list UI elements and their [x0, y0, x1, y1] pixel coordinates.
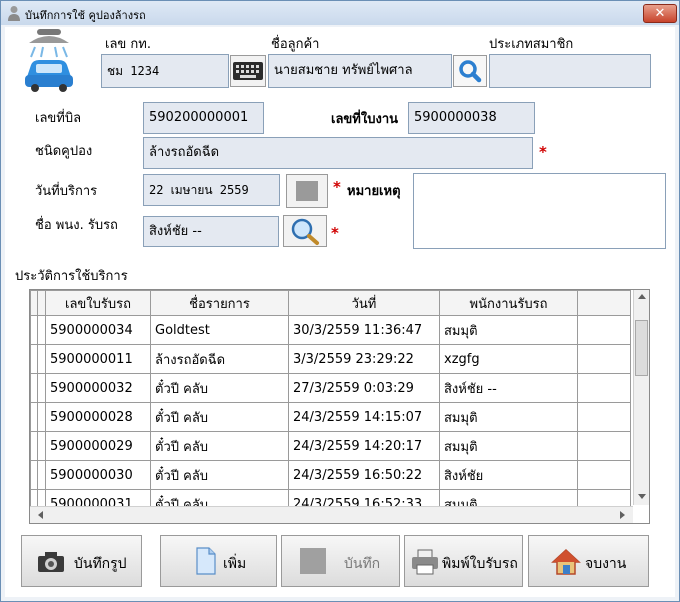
scroll-up-arrow-icon[interactable]: [638, 294, 646, 299]
person-icon: [8, 6, 20, 21]
required-mark: *: [333, 178, 341, 196]
title-bar: บันทึกการใช้ คูปองล้างรถ ✕: [1, 1, 679, 25]
coupon-type-label: ชนิดคูปอง: [35, 144, 93, 159]
search-receiver-button[interactable]: [283, 215, 327, 247]
cell-item: ตั๋วปี คลับ: [150, 402, 289, 432]
required-mark: *: [539, 143, 547, 161]
coupon-type-field[interactable]: ล้างรถอัดฉีด: [143, 137, 533, 169]
window-close-button[interactable]: ✕: [643, 4, 677, 23]
add-label: เพิ่ม: [223, 556, 247, 572]
member-type-label: ประเภทสมาชิก: [489, 37, 574, 52]
vertical-scrollbar[interactable]: [633, 290, 649, 505]
cell-staff: xzgfg: [439, 344, 578, 374]
save-label: บันทึก: [344, 556, 381, 572]
cell-staff: สมมุติ: [439, 431, 578, 461]
cell-date: 3/3/2559 23:29:22: [288, 344, 440, 374]
print-receipt-button[interactable]: พิมพ์ใบรับรถ: [404, 535, 523, 587]
cell-item: Goldtest: [150, 315, 289, 345]
search-customer-button[interactable]: [453, 55, 487, 87]
search-icon: [459, 60, 482, 83]
row-selector-header: [30, 290, 38, 316]
finish-label: จบงาน: [585, 556, 627, 572]
table-row[interactable]: 5900000030 ตั๋วปี คลับ 24/3/2559 16:50:2…: [30, 460, 631, 490]
window-title: บันทึกการใช้ คูปองล้างรถ: [25, 9, 146, 22]
cell-item: ตั๋วปี คลับ: [150, 460, 289, 490]
scroll-thumb[interactable]: [635, 320, 648, 376]
scroll-down-arrow-icon[interactable]: [638, 494, 646, 499]
scroll-left-arrow-icon[interactable]: [38, 511, 43, 519]
cell-date: 24/3/2559 14:20:17: [288, 431, 440, 461]
save-photo-button[interactable]: บันทึกรูป: [21, 535, 142, 587]
plate-field[interactable]: ชม 1234: [101, 54, 229, 88]
service-date-label: วันที่บริการ: [35, 184, 98, 199]
job-no-label: เลขที่ใบงาน: [331, 112, 398, 127]
column-header-item[interactable]: ชื่อรายการ: [150, 290, 289, 316]
save-icon: [300, 548, 326, 574]
finish-button[interactable]: จบงาน: [528, 535, 649, 587]
table-row[interactable]: 5900000032 ตั๋วปี คลับ 27/3/2559 0:03:29…: [30, 373, 631, 403]
column-header-date[interactable]: วันที่: [288, 290, 440, 316]
cell-item: ตั๋วปี คลับ: [150, 431, 289, 461]
column-header-staff[interactable]: พนักงานรับรถ: [439, 290, 578, 316]
bill-no-field[interactable]: 590200000001: [143, 102, 264, 134]
cell-staff: สิงห์ชัย: [439, 460, 578, 490]
app-window: บันทึกการใช้ คูปองล้างรถ ✕ เลข กท. ชื่อล…: [0, 0, 680, 602]
table-row[interactable]: 5900000011 ล้างรถอัดฉีด 3/3/2559 23:29:2…: [30, 344, 631, 374]
table-row[interactable]: 5900000029 ตั๋วปี คลับ 24/3/2559 14:20:1…: [30, 431, 631, 461]
history-label: ประวัติการใช้บริการ: [15, 269, 128, 284]
print-receipt-label: พิมพ์ใบรับรถ: [442, 556, 518, 572]
history-table[interactable]: เลขใบรับรถ ชื่อรายการ วันที่ พนักงานรับร…: [29, 289, 650, 524]
table-header-row: เลขใบรับรถ ชื่อรายการ วันที่ พนักงานรับร…: [30, 290, 631, 316]
camera-icon: [38, 552, 64, 572]
table-row[interactable]: 5900000034 Goldtest 30/3/2559 11:36:47 ส…: [30, 315, 631, 345]
customer-label: ชื่อลูกค้า: [271, 37, 320, 52]
cell-receipt: 5900000030: [45, 460, 151, 490]
date-picker-button[interactable]: [286, 174, 328, 208]
bill-no-label: เลขที่บิล: [35, 111, 82, 126]
plate-label: เลข กท.: [105, 37, 152, 52]
save-photo-label: บันทึกรูป: [74, 556, 127, 572]
cell-staff: สิงห์ชัย --: [439, 373, 578, 403]
job-no-field[interactable]: 5900000038: [408, 102, 535, 134]
receiver-field[interactable]: สิงห์ชัย --: [143, 216, 279, 247]
required-mark: *: [331, 224, 339, 242]
cell-receipt: 5900000032: [45, 373, 151, 403]
customer-field[interactable]: นายสมชาย ทรัพย์ไพศาล: [268, 54, 452, 88]
cell-date: 27/3/2559 0:03:29: [288, 373, 440, 403]
member-type-field[interactable]: [489, 54, 651, 88]
keyboard-button[interactable]: [230, 55, 266, 87]
cell-item: ล้างรถอัดฉีด: [150, 344, 289, 374]
printer-icon: [412, 549, 438, 575]
service-date-field[interactable]: 22 เมษายน 2559: [143, 174, 280, 206]
cell-receipt: 5900000029: [45, 431, 151, 461]
receiver-label: ชื่อ พนง. รับรถ: [35, 218, 118, 233]
column-header-receipt[interactable]: เลขใบรับรถ: [45, 290, 151, 316]
save-button[interactable]: บันทึก: [281, 535, 400, 587]
cell-date: 24/3/2559 16:50:22: [288, 460, 440, 490]
cell-receipt: 5900000034: [45, 315, 151, 345]
home-icon: [551, 548, 581, 575]
table-row[interactable]: 5900000028 ตั๋วปี คลับ 24/3/2559 14:15:0…: [30, 402, 631, 432]
add-button[interactable]: เพิ่ม: [160, 535, 277, 587]
cell-staff: สมมุติ: [439, 402, 578, 432]
remark-label: หมายเหตุ: [347, 184, 401, 199]
document-icon: [196, 547, 216, 575]
cell-item: ตั๋วปี คลับ: [150, 373, 289, 403]
magnifier-icon: [291, 218, 319, 245]
column-header-filler: [577, 290, 631, 316]
horizontal-scrollbar[interactable]: [30, 506, 633, 523]
car-wash-icon: [25, 29, 73, 92]
cell-receipt: 5900000011: [45, 344, 151, 374]
form-area: เลข กท. ชื่อลูกค้า ประเภทสมาชิก ชม 1234 …: [5, 27, 675, 597]
cell-receipt: 5900000028: [45, 402, 151, 432]
remark-field[interactable]: [413, 173, 666, 249]
calendar-icon: [296, 181, 318, 201]
keyboard-icon: [233, 62, 263, 80]
scroll-right-arrow-icon[interactable]: [620, 511, 625, 519]
cell-date: 30/3/2559 11:36:47: [288, 315, 440, 345]
cell-date: 24/3/2559 14:15:07: [288, 402, 440, 432]
indicator-header: [37, 290, 46, 316]
cell-staff: สมมุติ: [439, 315, 578, 345]
